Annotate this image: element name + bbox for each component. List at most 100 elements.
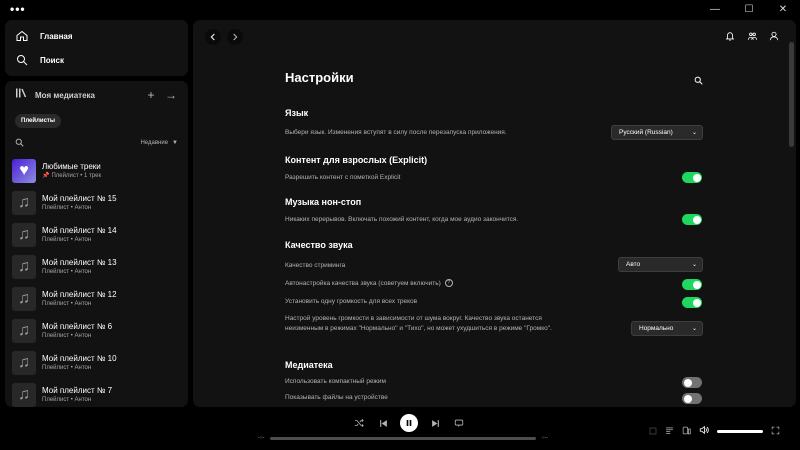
volume-icon[interactable]	[699, 422, 709, 440]
nav-search-label: Поиск	[40, 55, 65, 65]
local-files-toggle[interactable]	[682, 393, 702, 404]
close-button[interactable]: ✕	[766, 0, 800, 18]
heart-icon: ♥	[19, 162, 29, 179]
compact-label: Использовать компактный режим	[285, 378, 386, 385]
volume-slider[interactable]	[717, 429, 763, 433]
playlist-name: Мой плейлист № 10	[42, 354, 117, 363]
sort-label: Недавние	[140, 140, 169, 146]
language-heading: Язык	[285, 108, 309, 118]
add-playlist-icon[interactable]: +	[144, 88, 158, 102]
home-icon	[15, 29, 29, 43]
normalize-label: Установить одну громкость для всех треко…	[285, 298, 418, 305]
user-icon[interactable]	[768, 30, 780, 42]
repeat-icon[interactable]	[452, 416, 466, 430]
normalize-toggle[interactable]	[682, 297, 702, 308]
nav-home-label: Главная	[40, 31, 73, 41]
list-item[interactable]: ♫ Мой плейлист № 13 Плейлист • Антон	[12, 251, 181, 283]
auto-quality-label: Автонастройка качества звука (советуем в…	[285, 280, 441, 287]
now-playing-view-icon[interactable]	[649, 422, 657, 440]
playlist-sub: Плейлист • 1 трек	[51, 173, 102, 179]
scrollbar[interactable]	[789, 42, 794, 147]
progress-bar[interactable]	[270, 436, 536, 440]
filter-chip-playlists[interactable]: Плейлисты	[15, 114, 61, 128]
shuffle-icon[interactable]	[352, 416, 366, 430]
connect-device-icon[interactable]	[682, 422, 691, 440]
bell-icon[interactable]	[724, 30, 736, 42]
friends-activity-icon[interactable]	[746, 30, 758, 42]
elapsed-time: -:--	[258, 435, 265, 441]
playlist-sub: Плейлист • Антон	[42, 397, 92, 403]
forward-button[interactable]	[227, 29, 243, 45]
playlist-sub: Плейлист • Антон	[42, 365, 92, 371]
library-panel: Моя медиатека + → Плейлисты Недавние ▼ ♥…	[5, 81, 188, 407]
nonstop-heading: Музыка нон-стоп	[285, 197, 362, 207]
fullscreen-icon[interactable]	[771, 422, 780, 440]
list-item[interactable]: ♫ Мой плейлист № 7 Плейлист • Антон	[12, 379, 181, 407]
list-item[interactable]: ♥ Любимые треки 📌 Плейлист • 1 трек	[12, 155, 181, 187]
volume-level-select[interactable]: Нормально ⌄	[631, 321, 703, 336]
auto-quality-toggle[interactable]	[682, 279, 702, 290]
nonstop-desc: Никаких перерывов. Включать похожий конт…	[285, 216, 519, 223]
previous-icon[interactable]	[376, 416, 390, 430]
playlist-name: Мой плейлист № 12	[42, 290, 117, 299]
minimize-button[interactable]: —	[698, 0, 732, 18]
music-note-icon: ♫	[12, 191, 36, 215]
music-note-icon: ♫	[12, 223, 36, 247]
nonstop-toggle[interactable]	[682, 214, 702, 225]
library-tools: Недавние ▼	[5, 132, 188, 154]
library-title[interactable]: Моя медиатека	[35, 91, 138, 100]
player-bar: -:-- -:--	[0, 410, 800, 450]
maximize-button[interactable]: ☐	[732, 0, 766, 18]
queue-icon[interactable]	[665, 422, 674, 440]
list-item[interactable]: ♫ Мой плейлист № 14 Плейлист • Антон	[12, 219, 181, 251]
chevron-down-icon: ⌄	[691, 326, 697, 332]
playback-controls	[352, 414, 466, 432]
app-menu-button[interactable]: •••	[10, 2, 26, 16]
playlist-list: ♥ Любимые треки 📌 Плейлист • 1 трек ♫ Мой…	[5, 154, 188, 407]
language-value: Русский (Russian)	[619, 129, 673, 136]
pause-button[interactable]	[400, 414, 418, 432]
language-desc: Выбери язык. Изменения вступят в силу по…	[285, 129, 507, 136]
streaming-quality-select[interactable]: Авто ⌄	[618, 257, 703, 272]
playlist-name: Мой плейлист № 13	[42, 258, 117, 267]
list-item[interactable]: ♫ Мой плейлист № 6 Плейлист • Антон	[12, 315, 181, 347]
music-note-icon: ♫	[12, 319, 36, 343]
library-header: Моя медиатека + →	[5, 82, 188, 108]
chevron-down-icon: ⌄	[691, 130, 697, 136]
sort-dropdown[interactable]: Недавние ▼	[140, 140, 178, 146]
music-note-icon: ♫	[12, 287, 36, 311]
liked-songs-cover: ♥	[12, 159, 36, 183]
playlist-sub: Плейлист • Антон	[42, 269, 92, 275]
explicit-heading: Контент для взрослых (Explicit)	[285, 155, 428, 165]
nav-home[interactable]: Главная	[5, 24, 188, 48]
settings-content: Настройки Язык Выбери язык. Изменения вс…	[285, 70, 703, 404]
main-panel: Настройки Язык Выбери язык. Изменения вс…	[193, 20, 796, 407]
expand-library-icon[interactable]: →	[164, 88, 178, 102]
quality-heading: Качество звука	[285, 240, 353, 250]
list-item[interactable]: ♫ Мой плейлист № 10 Плейлист • Антон	[12, 347, 181, 379]
help-icon[interactable]: ?	[444, 279, 453, 288]
search-icon	[15, 53, 29, 67]
list-item[interactable]: ♫ Мой плейлист № 15 Плейлист • Антон	[12, 187, 181, 219]
local-files-label: Показывать файлы на устройстве	[285, 394, 388, 401]
window-controls: — ☐ ✕	[698, 0, 800, 18]
nav-search[interactable]: Поиск	[5, 48, 188, 72]
compact-toggle[interactable]	[682, 377, 702, 388]
explicit-toggle[interactable]	[682, 172, 702, 183]
library-search-icon[interactable]	[15, 134, 24, 152]
caret-down-icon: ▼	[172, 140, 178, 146]
music-note-icon: ♫	[12, 255, 36, 279]
library-icon[interactable]	[15, 86, 27, 104]
media-heading: Медиатека	[285, 360, 333, 370]
list-item[interactable]: ♫ Мой плейлист № 12 Плейлист • Антон	[12, 283, 181, 315]
back-button[interactable]	[205, 29, 221, 45]
streaming-quality-value: Авто	[626, 261, 641, 268]
music-note-icon: ♫	[12, 383, 36, 407]
top-right-actions	[724, 30, 780, 42]
right-controls	[649, 422, 780, 440]
playlist-name: Мой плейлист № 7	[42, 386, 113, 395]
history-nav	[205, 29, 243, 45]
settings-search-icon[interactable]	[694, 72, 703, 90]
next-icon[interactable]	[428, 416, 442, 430]
language-select[interactable]: Русский (Russian) ⌄	[611, 125, 703, 140]
